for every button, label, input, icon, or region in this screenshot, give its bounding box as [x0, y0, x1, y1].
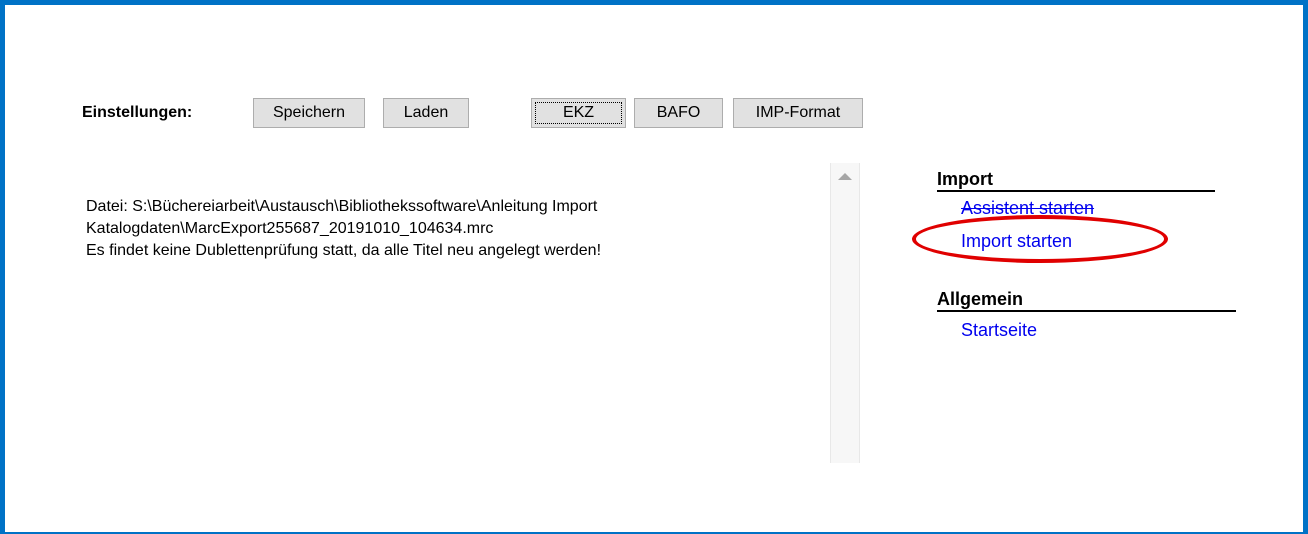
message-line: Es findet keine Dublettenprüfung statt, … [86, 242, 602, 259]
highlight-annotation [912, 215, 1168, 263]
import-section-title: Import [937, 168, 1215, 192]
message-line: Datei: S:\Büchereiarbeit\Austausch\Bibli… [86, 198, 598, 215]
window-frame [0, 0, 1308, 534]
message-scrollbar[interactable] [830, 163, 860, 463]
save-settings-button[interactable]: Speichern [253, 98, 365, 128]
imp-format-button[interactable]: IMP-Format [733, 98, 863, 128]
settings-label: Einstellungen: [82, 104, 193, 121]
scroll-up-arrow-icon[interactable] [838, 173, 852, 180]
home-page-link[interactable]: Startseite [961, 319, 1037, 341]
message-line: Katalogdaten\MarcExport255687_20191010_1… [86, 220, 494, 237]
bafo-button[interactable]: BAFO [634, 98, 723, 128]
load-settings-button[interactable]: Laden [383, 98, 469, 128]
message-area: Datei: S:\Büchereiarbeit\Austausch\Bibli… [86, 196, 826, 262]
ekz-button[interactable]: EKZ [531, 98, 626, 128]
general-section-title: Allgemein [937, 288, 1236, 312]
